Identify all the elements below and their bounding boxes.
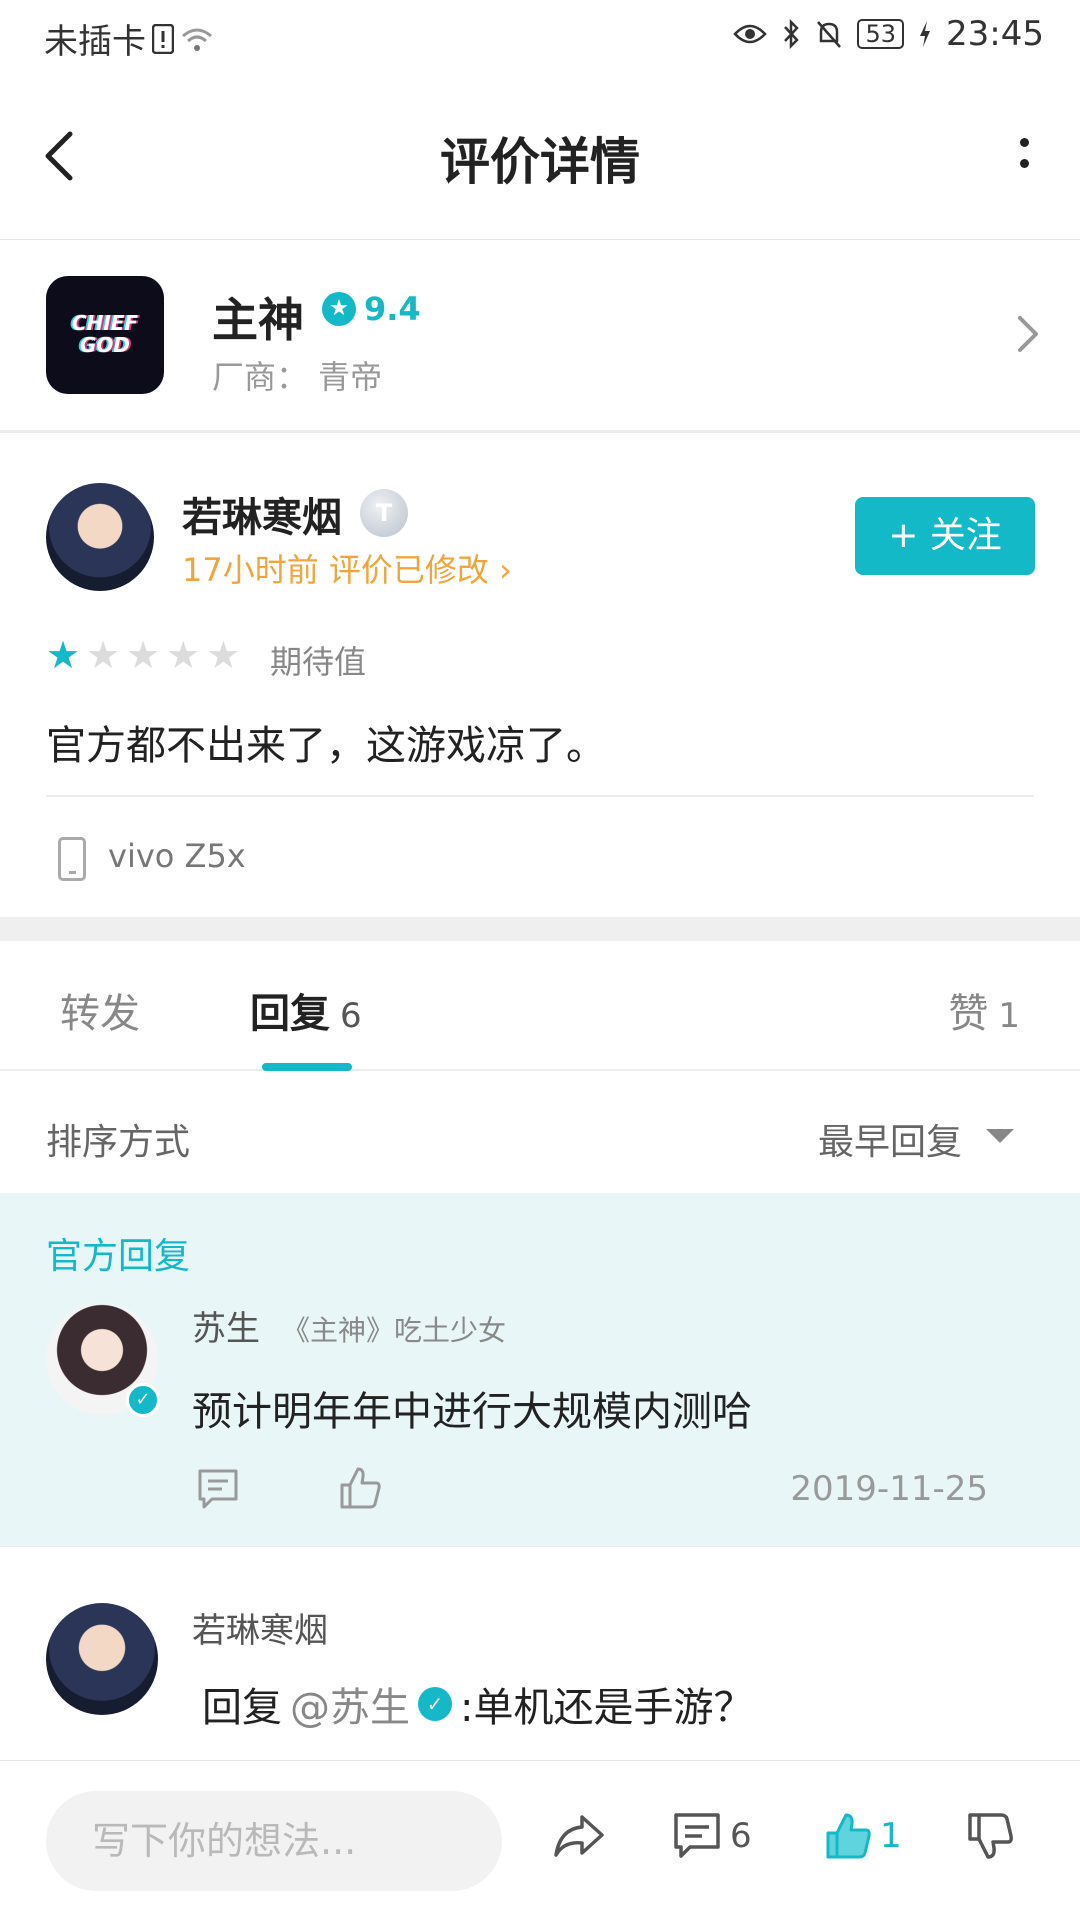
official-reply-date: 2019-11-25 — [790, 1469, 988, 1509]
mute-bell-icon — [817, 21, 842, 48]
like-button[interactable]: 1 — [824, 1811, 902, 1861]
status-right: 53 23:45 — [733, 14, 1044, 54]
review-card: 若琳寒烟 T 17小时前 评价已修改 › + 关注 ★ ★ ★ ★ ★ 期待值 官方都不… — [0, 433, 1080, 917]
chevron-right-icon[interactable] — [1016, 314, 1040, 358]
verified-badge-icon: ✓ — [418, 1687, 452, 1721]
star-empty-icon: ★ — [166, 633, 201, 677]
avatar[interactable] — [46, 1603, 158, 1715]
review-edited-link[interactable]: 17小时前 评价已修改 › — [182, 545, 512, 591]
thumbs-up-icon[interactable] — [338, 1465, 382, 1515]
official-author-name[interactable]: 苏生 — [192, 1301, 260, 1350]
wifi-icon — [182, 28, 212, 51]
battery-indicator: 53 — [857, 19, 905, 49]
star-filled-icon: ★ — [46, 633, 81, 677]
review-author-name[interactable]: 若琳寒烟 — [182, 485, 342, 543]
comment-button[interactable]: 6 — [672, 1811, 752, 1861]
bottom-action-bar: 6 1 — [0, 1760, 1080, 1920]
comment-input[interactable] — [46, 1791, 502, 1891]
tab-like[interactable]: 赞1 — [948, 981, 1020, 1039]
reply-prefix: 回复 — [202, 1685, 282, 1731]
clock-text: 23:45 — [946, 14, 1044, 54]
dislike-button[interactable] — [966, 1811, 1014, 1861]
status-left: 未插卡 — [44, 14, 214, 63]
top-app-bar: 评价详情 — [0, 76, 1080, 240]
sort-dropdown[interactable]: 最早回复 — [818, 1113, 962, 1165]
app-icon[interactable]: CHIEF GOD — [46, 276, 164, 394]
star-empty-icon: ★ — [206, 633, 241, 677]
level-badge-icon: T — [360, 489, 408, 537]
app-vendor: 厂商： 青帝 — [212, 358, 383, 396]
tab-reply-count: 6 — [340, 996, 362, 1036]
carrier-text: 未插卡 — [44, 22, 146, 62]
reply-text: 回复 @苏生 ✓ :单机还是手游？ — [202, 1675, 753, 1733]
reply-author-name[interactable]: 若琳寒烟 — [192, 1603, 328, 1652]
app-info-card[interactable]: CHIEF GOD 主神 ★ 9.4 厂商： 青帝 — [0, 240, 1080, 433]
official-reply: 官方回复 ✓ 苏生 《主神》吃土少女 预计明年年中进行大规模内测哈 2019-1… — [0, 1193, 1080, 1546]
rating-stars: ★ ★ ★ ★ ★ — [46, 633, 240, 677]
official-author-title: 《主神》吃土少女 — [282, 1314, 507, 1347]
tab-forward[interactable]: 转发 — [60, 981, 140, 1039]
page-title: 评价详情 — [440, 133, 640, 191]
bluetooth-icon — [784, 19, 800, 49]
avatar[interactable] — [46, 483, 154, 591]
active-tab-indicator — [262, 1063, 352, 1071]
sort-bar: 排序方式 最早回复 — [0, 1071, 1080, 1193]
tab-reply-label: 回复 — [250, 991, 330, 1037]
tab-forward-label: 转发 — [60, 991, 140, 1037]
expect-label: 期待值 — [270, 643, 367, 681]
reply-body: :单机还是手游？ — [460, 1685, 754, 1731]
section-separator — [0, 917, 1080, 941]
device-name: vivo Z5x — [108, 837, 246, 875]
status-bar: 未插卡 53 23:45 — [0, 0, 1080, 76]
more-options-button[interactable] — [1012, 126, 1036, 186]
comment-count: 6 — [730, 1816, 752, 1856]
more-dot — [1019, 159, 1029, 168]
tab-bar: 转发 回复 6 赞1 — [0, 941, 1080, 1071]
official-reply-tag: 官方回复 — [46, 1236, 191, 1277]
thumbs-up-icon — [826, 1813, 871, 1859]
comment-icon[interactable] — [196, 1467, 240, 1515]
eye-icon — [733, 24, 768, 44]
app-icon-logo: CHIEF GOD — [71, 311, 139, 357]
share-button[interactable] — [552, 1811, 606, 1861]
verified-badge-icon: ✓ — [126, 1383, 160, 1417]
star-badge-icon: ★ — [322, 292, 356, 326]
phone-icon — [58, 837, 86, 881]
star-empty-icon: ★ — [126, 633, 161, 677]
caret-down-icon[interactable] — [986, 1129, 1014, 1143]
tab-like-count: 1 — [998, 996, 1020, 1036]
review-text: 官方都不出来了，这游戏凉了。 — [46, 723, 606, 769]
app-name: 主神 — [212, 293, 304, 347]
charging-icon — [920, 21, 931, 47]
reply-mention-link[interactable]: @苏生 — [290, 1675, 410, 1733]
tab-reply[interactable]: 回复 6 — [250, 981, 362, 1039]
divider — [46, 795, 1034, 797]
list-item: 若琳寒烟 回复 @苏生 ✓ :单机还是手游？ — [0, 1546, 1080, 1760]
thumbs-down-icon — [968, 1813, 1013, 1859]
sort-label: 排序方式 — [46, 1122, 191, 1163]
share-icon — [554, 1815, 604, 1857]
app-score: ★ 9.4 — [322, 290, 421, 328]
star-empty-icon: ★ — [86, 633, 121, 677]
sim-alert-icon — [152, 23, 174, 54]
official-reply-text: 预计明年年中进行大规模内测哈 — [192, 1389, 752, 1435]
comment-icon — [674, 1813, 720, 1858]
follow-button[interactable]: + 关注 — [855, 497, 1035, 575]
like-count: 1 — [880, 1816, 902, 1856]
app-score-value: 9.4 — [364, 290, 421, 328]
more-dot — [1019, 138, 1029, 147]
tab-like-label: 赞 — [948, 991, 989, 1037]
